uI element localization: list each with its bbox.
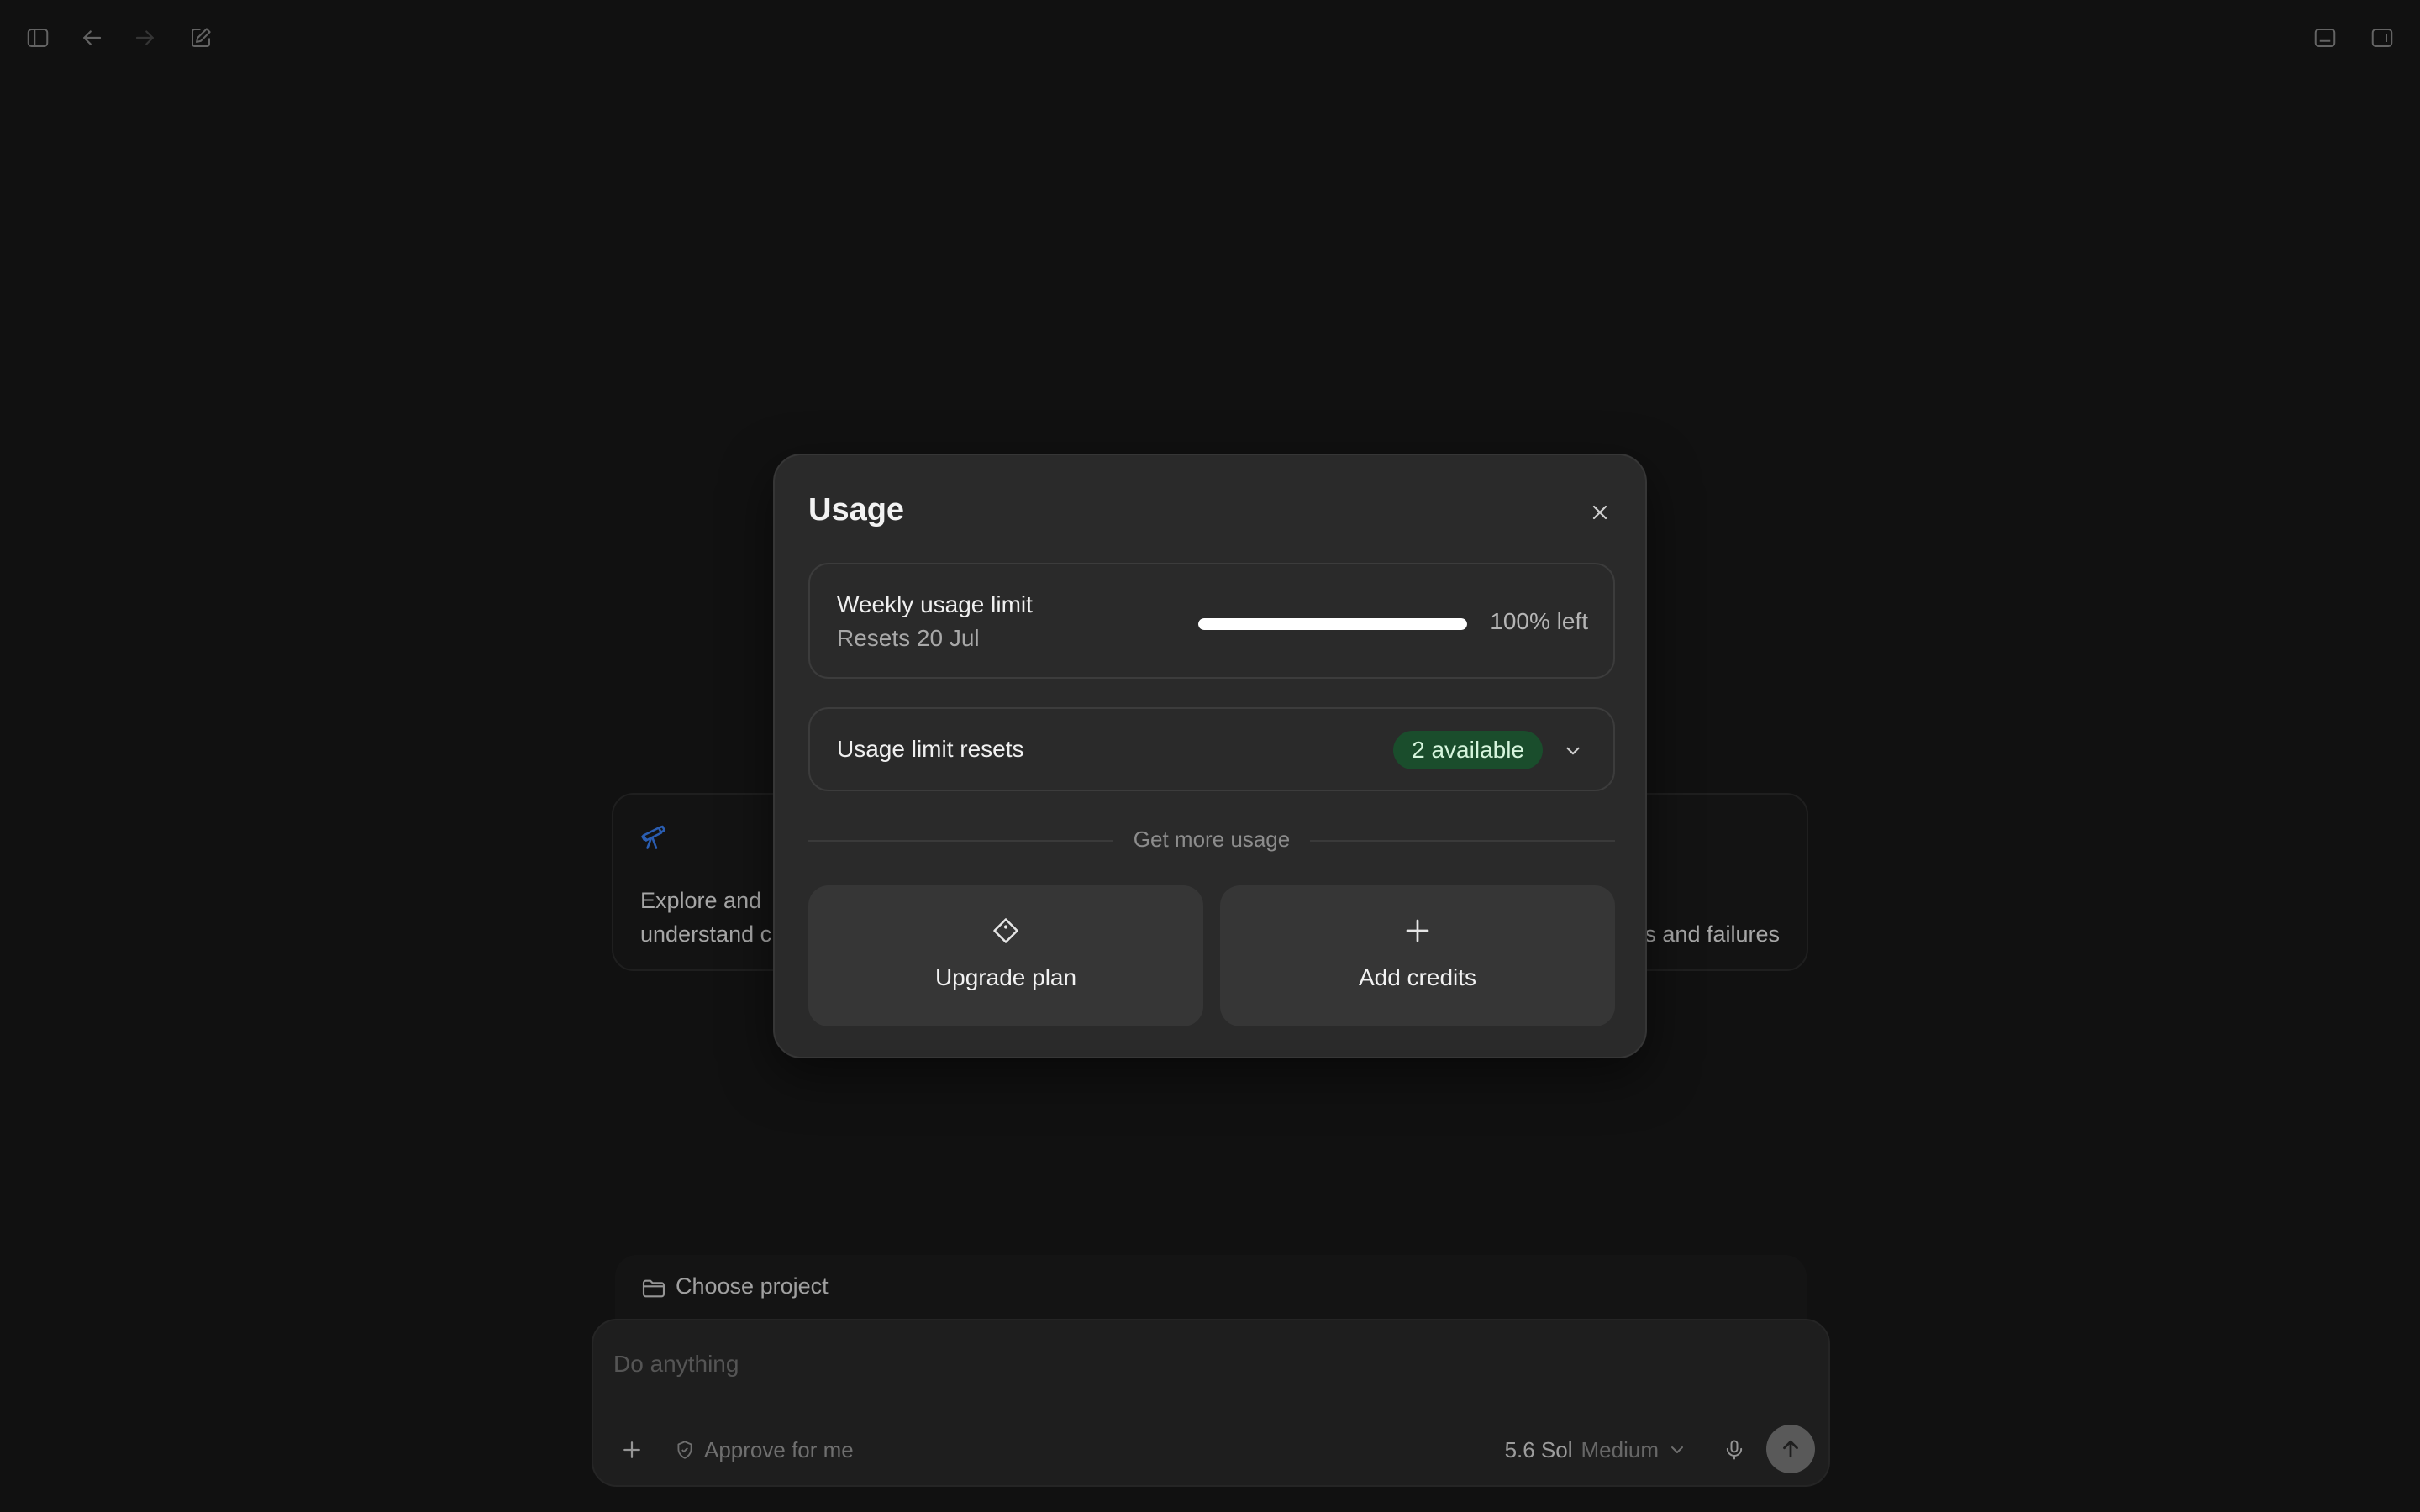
chevron-down-icon[interactable]: [1558, 736, 1588, 766]
weekly-reset-date: Resets 20 Jul: [837, 625, 980, 651]
get-more-usage-divider: Get more usage: [808, 827, 1615, 852]
upgrade-plan-label: Upgrade plan: [934, 964, 1077, 990]
add-credits-label: Add credits: [1358, 964, 1477, 990]
close-icon[interactable]: [1583, 496, 1617, 529]
app-window: Explore and understand c s and failures …: [0, 0, 2420, 1512]
divider-text: Get more usage: [1113, 827, 1311, 852]
usage-remaining: 100% left: [1490, 608, 1588, 634]
add-credits-button[interactable]: Add credits: [1220, 885, 1615, 1026]
available-badge: 2 available: [1393, 731, 1543, 769]
tag-icon: [808, 916, 1203, 949]
resets-label: Usage limit resets: [837, 736, 1024, 762]
usage-limit-resets-row[interactable]: Usage limit resets 2 available: [808, 707, 1615, 791]
usage-progress-fill: [1198, 618, 1467, 630]
plus-icon: [1220, 916, 1615, 949]
weekly-usage-panel: Weekly usage limit Resets 20 Jul 100% le…: [808, 563, 1615, 679]
usage-progress-bar: [1198, 618, 1467, 630]
usage-dialog: Usage Weekly usage limit Resets 20 Jul 1…: [773, 454, 1647, 1058]
dialog-title: Usage: [808, 492, 905, 528]
upgrade-plan-button[interactable]: Upgrade plan: [808, 885, 1203, 1026]
weekly-usage-label: Weekly usage limit: [837, 591, 1033, 617]
